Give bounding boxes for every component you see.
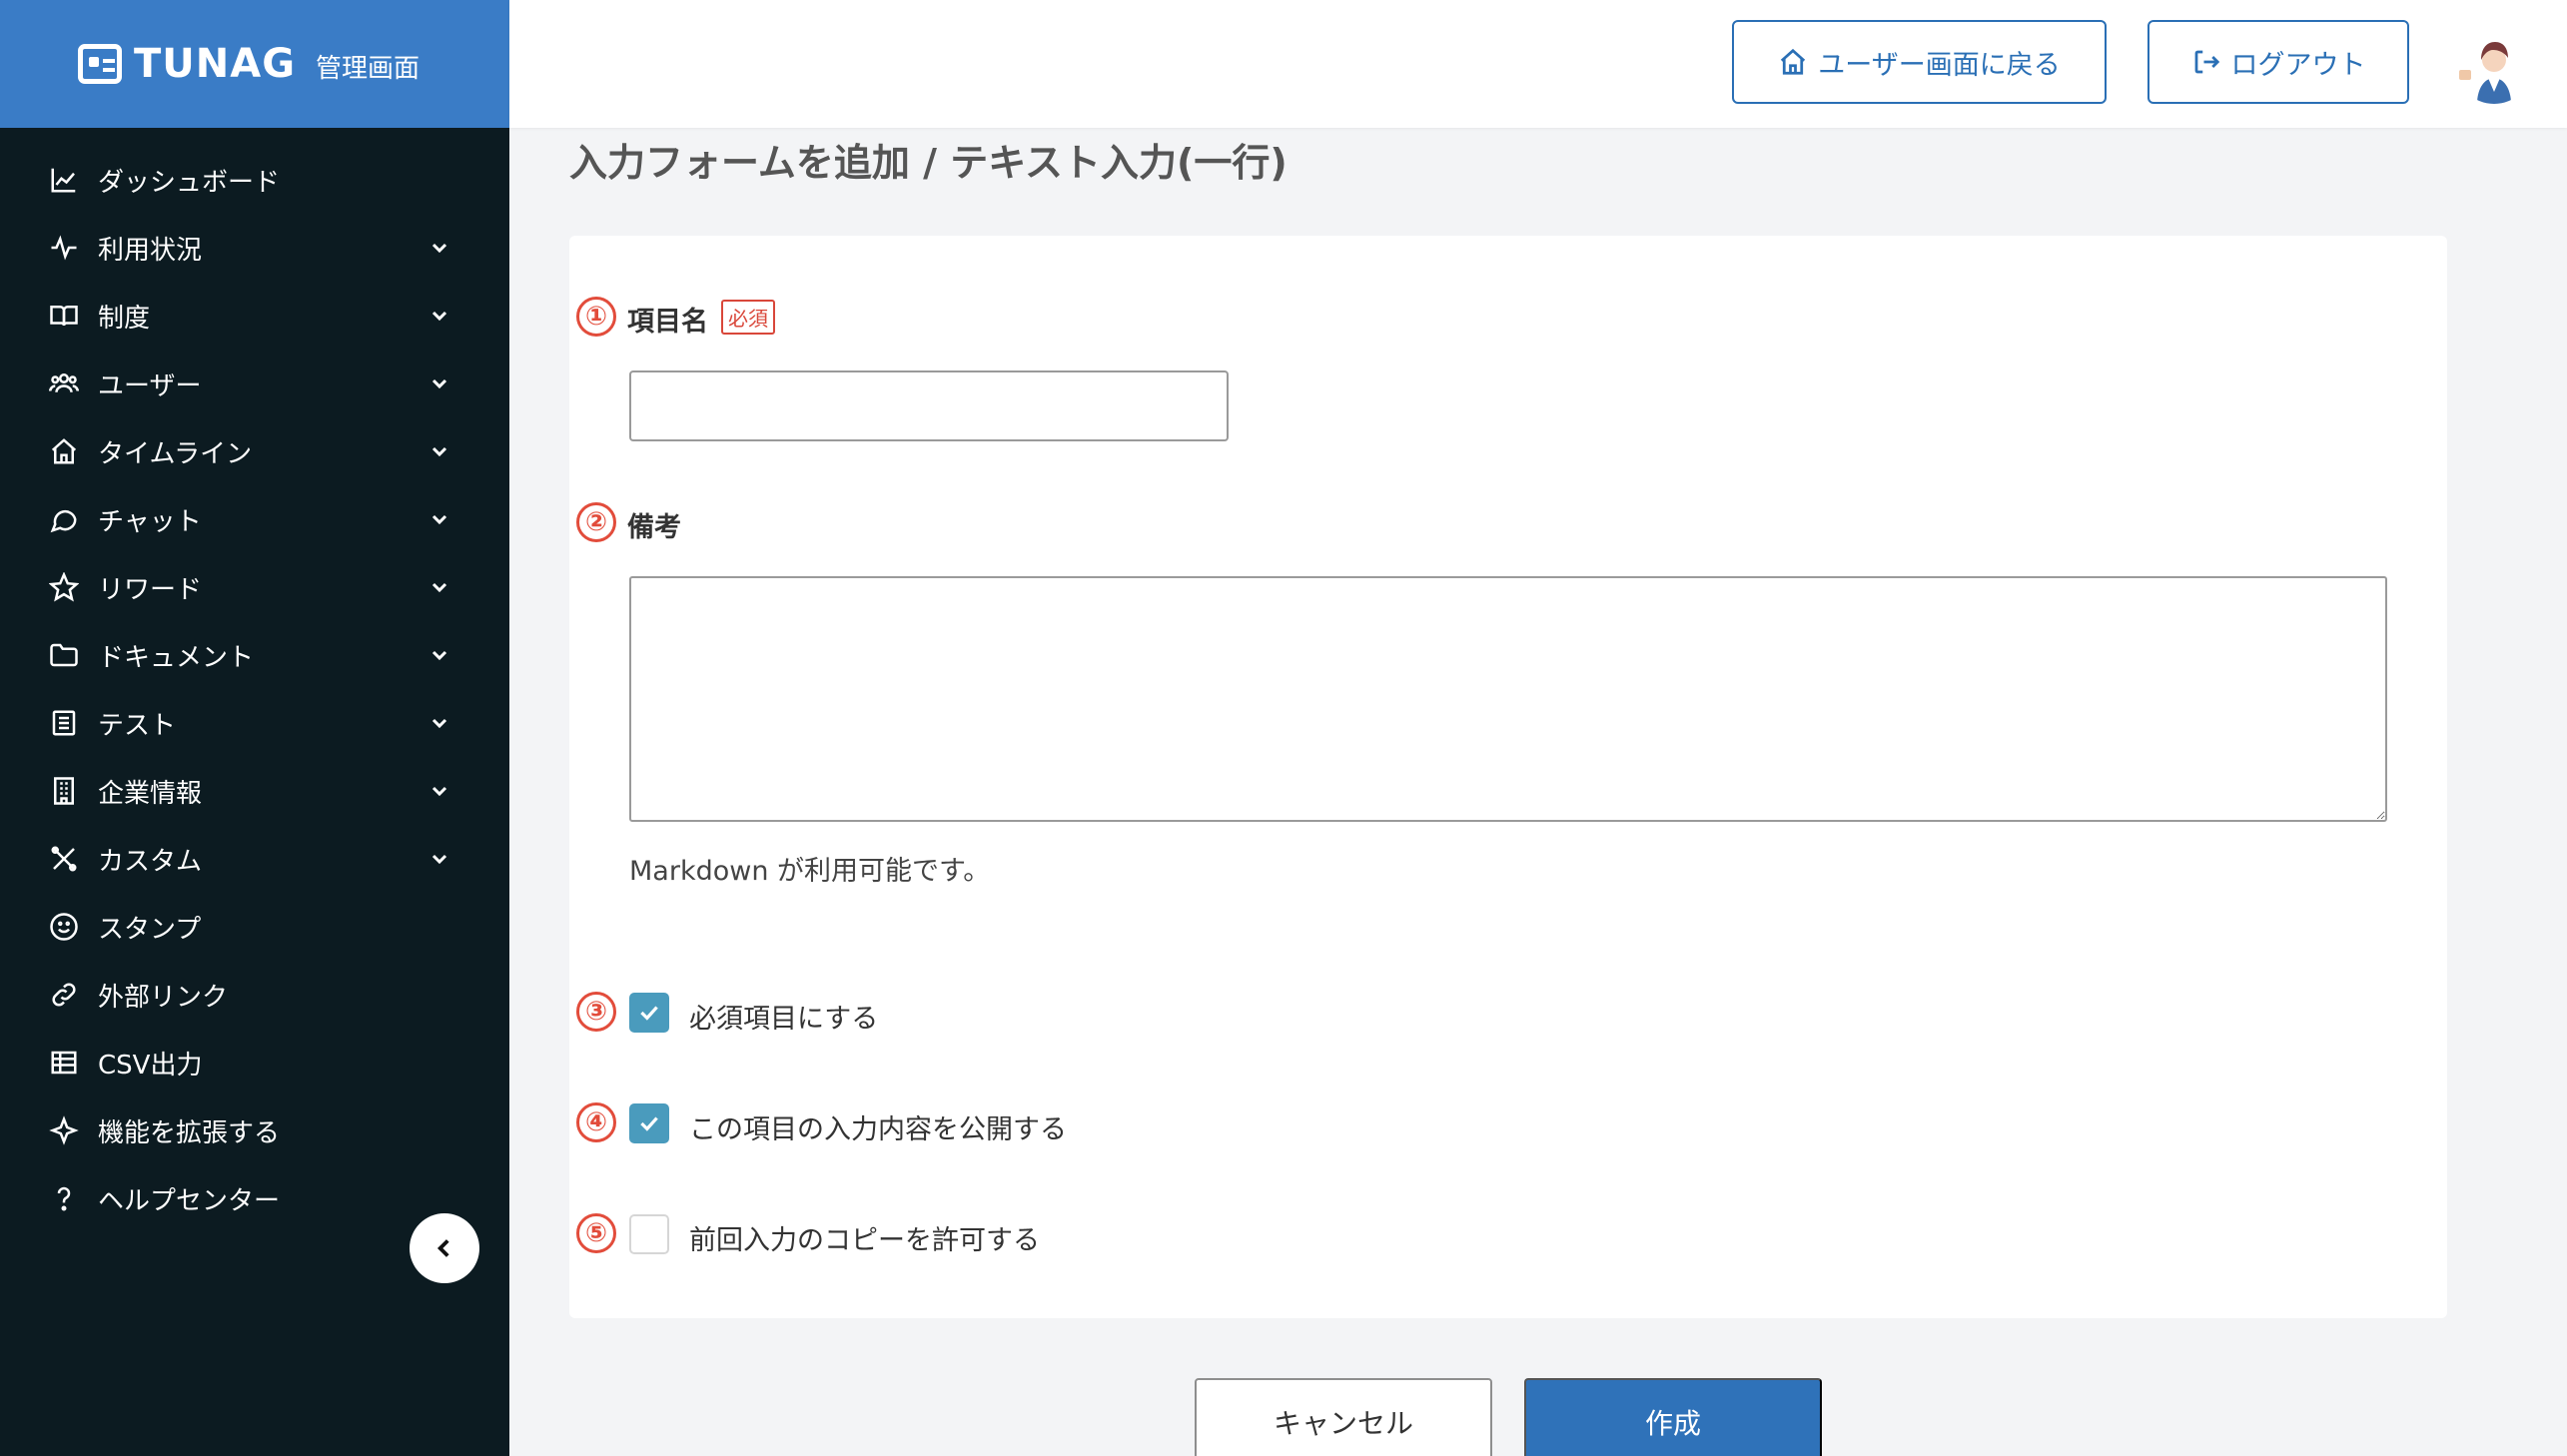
sidebar-item-users[interactable]: ユーザー: [0, 350, 509, 417]
folder-icon: [48, 639, 80, 671]
chevron-down-icon[interactable]: [428, 643, 451, 667]
sparkle-icon: [48, 1114, 80, 1146]
sidebar-item-label: 機能を拡張する: [98, 1117, 281, 1148]
step-marker-1: ①: [576, 297, 616, 337]
step-marker-4: ④: [576, 1102, 616, 1142]
sidebar: TUNAG 管理画面 ダッシュボード 利用状況 制度 ユーザー タイムライン チ…: [0, 0, 509, 1456]
sidebar-item-label: テスト: [98, 710, 177, 741]
sidebar-item-label: CSV出力: [98, 1050, 203, 1081]
allow-copy-label[interactable]: 前回入力のコピーを許可する: [689, 1218, 1040, 1257]
required-item-checkbox[interactable]: [629, 993, 669, 1033]
cancel-button[interactable]: キャンセル: [1195, 1378, 1492, 1456]
sidebar-item-dashboard[interactable]: ダッシュボード: [0, 146, 509, 214]
back-to-user-screen-button[interactable]: ユーザー画面に戻る: [1732, 20, 2107, 104]
chart-icon: [48, 164, 80, 196]
link-icon: [48, 979, 80, 1011]
tools-icon: [48, 843, 80, 875]
collapse-sidebar-button[interactable]: [410, 1213, 479, 1283]
remarks-label: 備考: [627, 512, 681, 543]
sidebar-item-label: ユーザー: [98, 370, 202, 401]
sidebar-item-label: ヘルプセンター: [98, 1185, 281, 1216]
logout-icon: [2194, 50, 2219, 74]
smile-icon: [48, 911, 80, 943]
sidebar-item-label: タイムライン: [98, 438, 253, 469]
sidebar-item-csv[interactable]: CSV出力: [0, 1029, 509, 1096]
markdown-help-text: Markdown が利用可能です。: [629, 856, 991, 887]
sidebar-item-label: スタンプ: [98, 914, 202, 945]
sidebar-item-label: 利用状況: [98, 235, 203, 266]
sidebar-item-label: チャット: [98, 506, 202, 537]
sidebar-item-custom[interactable]: カスタム: [0, 825, 509, 893]
sidebar-item-label: カスタム: [98, 846, 203, 877]
chevron-down-icon[interactable]: [428, 711, 451, 735]
checklist-icon: [48, 707, 80, 739]
sidebar-item-usage[interactable]: 利用状況: [0, 214, 509, 282]
chat-icon: [48, 503, 80, 535]
pulse-icon: [48, 232, 80, 264]
table-icon: [48, 1047, 80, 1079]
sidebar-item-label: リワード: [98, 574, 203, 605]
chevron-down-icon[interactable]: [428, 847, 451, 871]
chevron-down-icon[interactable]: [428, 779, 451, 803]
check-icon: [640, 1116, 658, 1131]
sidebar-item-timeline[interactable]: タイムライン: [0, 417, 509, 485]
tunag-logo-icon: [78, 44, 122, 84]
logo-text: TUNAG: [134, 41, 297, 87]
step-marker-3: ③: [576, 992, 616, 1032]
allow-copy-checkbox[interactable]: [629, 1214, 669, 1254]
publish-input-checkbox[interactable]: [629, 1103, 669, 1143]
required-item-label[interactable]: 必須項目にする: [689, 997, 878, 1036]
logo-subtitle: 管理画面: [316, 53, 421, 84]
sidebar-item-label: 外部リンク: [98, 982, 229, 1013]
home-icon: [48, 435, 80, 467]
step-marker-5: ⑤: [576, 1213, 616, 1253]
sidebar-item-system[interactable]: 制度: [0, 282, 509, 350]
star-icon: [48, 571, 80, 603]
home-icon: [1781, 48, 1806, 75]
chevron-down-icon[interactable]: [428, 575, 451, 599]
publish-input-label[interactable]: この項目の入力内容を公開する: [689, 1107, 1067, 1146]
sidebar-item-label: ドキュメント: [98, 642, 255, 673]
create-button[interactable]: 作成: [1524, 1378, 1822, 1456]
sidebar-item-label: ダッシュボード: [98, 167, 281, 198]
logo-bar[interactable]: TUNAG 管理画面: [0, 0, 509, 128]
back-to-user-screen-label: ユーザー画面に戻る: [1818, 49, 2061, 80]
sidebar-item-documents[interactable]: ドキュメント: [0, 621, 509, 689]
page-title: 入力フォームを追加 / テキスト入力(一行): [569, 141, 1287, 185]
chevron-down-icon[interactable]: [428, 304, 451, 328]
step-marker-2: ②: [576, 502, 616, 542]
building-icon: [48, 775, 80, 807]
sidebar-item-extend[interactable]: 機能を拡張する: [0, 1096, 509, 1164]
sidebar-nav: ダッシュボード 利用状況 制度 ユーザー タイムライン チャット リワード ドキ…: [0, 146, 509, 1232]
check-icon: [640, 1006, 658, 1021]
users-icon: [48, 367, 80, 399]
sidebar-item-chat[interactable]: チャット: [0, 485, 509, 553]
item-name-label: 項目名: [627, 307, 708, 338]
question-icon: [48, 1182, 80, 1214]
sidebar-item-external-link[interactable]: 外部リンク: [0, 961, 509, 1029]
sidebar-item-company[interactable]: 企業情報: [0, 757, 509, 825]
sidebar-item-stamp[interactable]: スタンプ: [0, 893, 509, 961]
required-badge: 必須: [721, 300, 775, 335]
top-header: ユーザー画面に戻る ログアウト: [509, 0, 2567, 128]
chevron-down-icon[interactable]: [428, 507, 451, 531]
sidebar-item-label: 企業情報: [98, 778, 203, 809]
chevron-left-icon: [436, 1239, 449, 1257]
book-icon: [48, 300, 80, 332]
chevron-down-icon[interactable]: [428, 439, 451, 463]
remarks-textarea[interactable]: [629, 576, 2387, 822]
chevron-down-icon[interactable]: [428, 236, 451, 260]
avatar[interactable]: [2455, 26, 2533, 104]
sidebar-item-test[interactable]: テスト: [0, 689, 509, 757]
logout-button[interactable]: ログアウト: [2147, 20, 2409, 104]
sidebar-item-label: 制度: [98, 303, 151, 334]
logout-label: ログアウト: [2230, 49, 2366, 80]
chevron-down-icon[interactable]: [428, 371, 451, 395]
sidebar-item-reward[interactable]: リワード: [0, 553, 509, 621]
item-name-input[interactable]: [629, 370, 1229, 441]
